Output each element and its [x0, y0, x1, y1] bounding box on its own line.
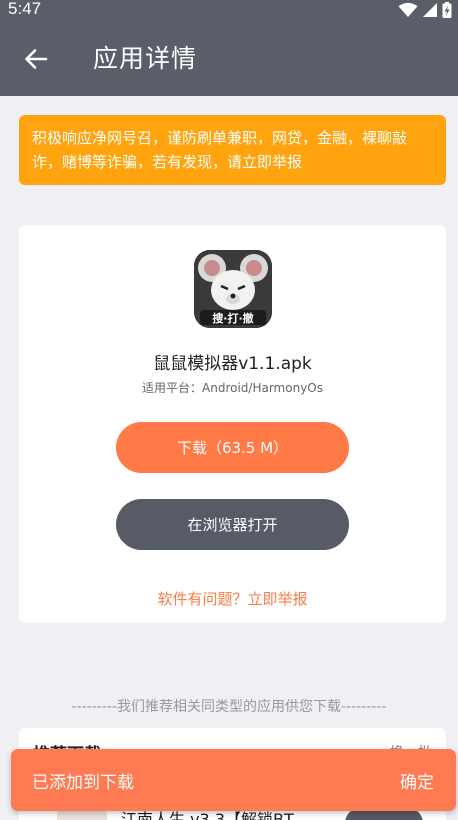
app-icon: 搜·打·撤	[194, 250, 272, 328]
warning-notice: 积极响应净网号召，谨防刷单兼职，网贷，金融，裸聊敲诈，赌博等诈骗，若有发现，请立…	[19, 115, 446, 185]
toast-message: 已添加到下载	[32, 773, 134, 793]
app-name: 鼠鼠模拟器v1.1.apk	[153, 354, 312, 374]
arrow-left-icon	[25, 49, 48, 69]
status-time: 5:47	[8, 0, 42, 18]
platform-value: Android/HarmonyOs	[202, 381, 323, 395]
battery-charging-icon	[442, 2, 452, 18]
status-bar: 5:47	[0, 0, 458, 22]
toast-confirm-button[interactable]: 确定	[400, 768, 434, 793]
report-link[interactable]: 软件有问题？立即举报	[19, 588, 446, 609]
status-icons	[398, 2, 452, 18]
page-title: 应用详情	[93, 44, 198, 73]
signal-icon	[423, 3, 437, 17]
toast-snackbar: 已添加到下载 确定	[11, 749, 456, 811]
back-button[interactable]	[20, 45, 52, 73]
platform-label: 适用平台：	[142, 381, 203, 395]
mouse-character-icon: 搜·打·撤	[194, 250, 272, 328]
recommend-divider: ---------我们推荐相关同类型的应用供您下载---------	[71, 699, 387, 715]
download-button[interactable]: 下载（63.5 M）	[116, 422, 349, 473]
wifi-icon	[398, 2, 418, 17]
platform-info: 适用平台：Android/HarmonyOs	[19, 379, 446, 396]
app-detail-card: 搜·打·撤 鼠鼠模拟器v1.1.apk 适用平台：Android/Harmony…	[19, 225, 446, 623]
open-in-browser-button[interactable]: 在浏览器打开	[116, 499, 349, 550]
svg-text:搜·打·撤: 搜·打·撤	[212, 311, 253, 325]
app-bar: 应用详情	[0, 22, 458, 96]
